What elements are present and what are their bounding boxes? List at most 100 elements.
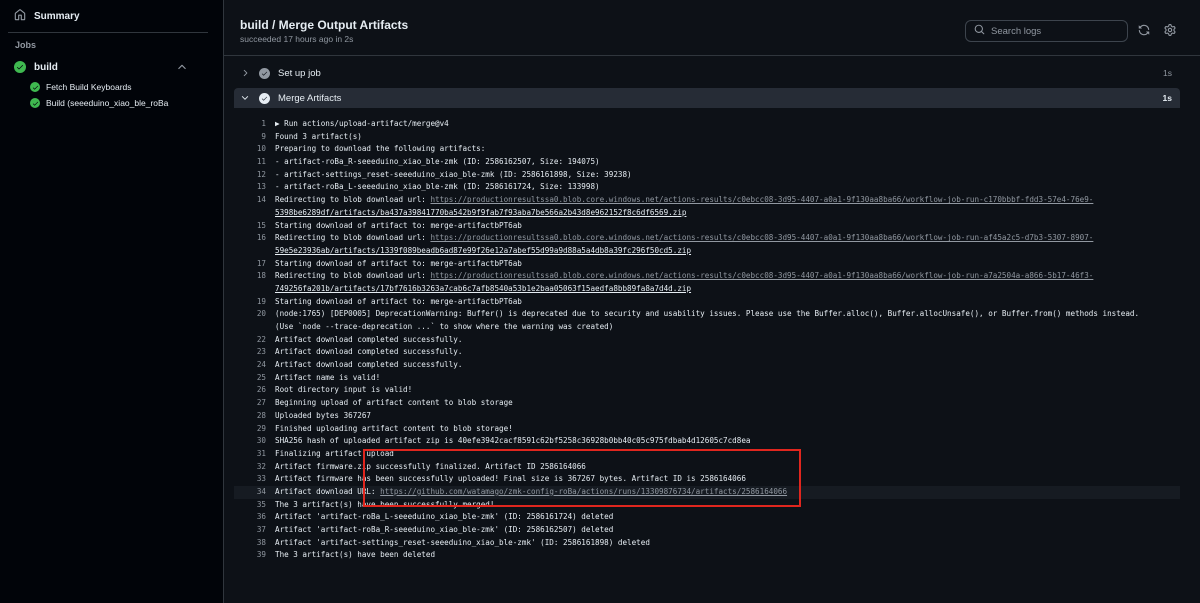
line-number[interactable]: 10 [234,143,266,156]
line-number[interactable]: 28 [234,410,266,423]
refresh-icon[interactable] [1137,23,1151,37]
search-input[interactable] [991,25,1121,37]
line-number[interactable]: 27 [234,397,266,410]
line-number[interactable]: 20 [234,308,266,321]
log-line-continuation: 749256fa201b/artifacts/17bf7616b3263a7ca… [234,283,1180,296]
step-merge-artifacts[interactable]: Merge Artifacts 1s [234,88,1180,108]
step-duration: 1s [1162,93,1172,103]
log-message: - artifact-roBa_R-seeeduino_xiao_ble-zmk… [275,157,600,167]
log-line: 32 Artifact firmware.zip successfully fin… [234,461,1180,474]
line-number[interactable]: 34 [234,486,266,499]
line-number[interactable]: 32 [234,461,266,474]
log-line: 30 SHA256 hash of uploaded artifact zip i… [234,435,1180,448]
log-text: Artifact 'artifact-roBa_R-seeeduino_xiao… [266,524,613,537]
log-text: Finalizing artifact upload [266,448,394,461]
success-icon [30,98,40,108]
search-box[interactable] [965,20,1128,42]
log-line: 35 The 3 artifact(s) have been successful… [234,499,1180,512]
log-line: 17 Starting download of artifact to: merg… [234,258,1180,271]
log-line: 24 Artifact download completed successful… [234,359,1180,372]
log-line: 34 Artifact download URL: https://github.… [234,485,1180,499]
log-message: - artifact-settings_reset-seeeduino_xiao… [275,169,632,179]
log-url-link-continuation[interactable]: 749256fa201b/artifacts/17bf7616b3263a7ca… [266,283,691,296]
line-number[interactable]: 33 [234,473,266,486]
job-label: build [34,61,58,73]
line-number[interactable]: 25 [234,372,266,385]
success-icon [30,82,40,92]
success-icon [14,61,26,73]
log-line: 25 Artifact name is valid! [234,372,1180,385]
line-number[interactable]: 19 [234,296,266,309]
line-number[interactable]: 23 [234,346,266,359]
line-number[interactable]: 15 [234,220,266,233]
line-number[interactable]: 18 [234,270,266,283]
line-number[interactable]: 31 [234,448,266,461]
line-number[interactable]: 9 [234,131,266,144]
log-text: Artifact firmware.zip successfully final… [266,461,586,474]
summary-label: Summary [34,10,80,22]
line-number[interactable]: 13 [234,181,266,194]
run-status: succeeded 17 hours ago in 2s [240,34,354,44]
step-set-up-job[interactable]: Set up job 1s [234,63,1180,83]
log-message: Artifact download URL: [275,486,381,496]
line-number[interactable]: 11 [234,156,266,169]
log-message: - artifact-roBa_L-seeeduino_xiao_ble-zmk… [275,182,600,192]
line-number[interactable]: 37 [234,524,266,537]
log-message: Artifact 'artifact-roBa_L-seeeduino_xiao… [275,512,614,522]
log-message: Finished uploading artifact content to b… [275,423,513,433]
log-url-link-continuation[interactable]: 5398be6289df/artifacts/ba437a39841770ba5… [266,207,686,220]
line-number[interactable]: 36 [234,511,266,524]
line-number[interactable]: 14 [234,194,266,207]
log-line: 28 Uploaded bytes 367267 [234,410,1180,423]
sidebar-step-fetch-build-keyboards[interactable]: Fetch Build Keyboards [30,78,200,96]
sidebar-step-build[interactable]: Build (seeeduino_xiao_ble_roBa [30,98,200,108]
log-text: Artifact download completed successfully… [266,359,462,372]
line-number[interactable]: 12 [234,169,266,182]
gear-icon[interactable] [1163,23,1177,37]
log-message: The 3 artifact(s) have been successfully… [275,499,495,509]
log-text: Artifact download completed successfully… [266,346,462,359]
log-line: 19 Starting download of artifact to: merg… [234,296,1180,309]
log-url-link[interactable]: https://productionresultssa0.blob.core.w… [430,233,1093,242]
line-number[interactable]: 30 [234,435,266,448]
log-message: SHA256 hash of uploaded artifact zip is … [275,436,751,446]
log-message: Artifact 'artifact-roBa_R-seeeduino_xiao… [275,525,614,534]
log-line: 16 Redirecting to blob download url: http… [234,232,1180,245]
log-message: Preparing to download the following arti… [275,144,486,154]
line-number[interactable]: 35 [234,499,266,512]
log-header: build / Merge Output Artifacts succeeded… [224,0,1200,56]
line-number-blank [234,245,266,258]
log-text: Beginning upload of artifact content to … [266,397,513,410]
log-line: 37 Artifact 'artifact-roBa_R-seeeduino_xi… [234,524,1180,537]
line-number[interactable]: 16 [234,232,266,245]
page-title: build / Merge Output Artifacts [240,18,409,32]
line-number[interactable]: 39 [234,549,266,562]
log-url-link[interactable]: https://productionresultssa0.blob.core.w… [430,195,1093,204]
log-text: Redirecting to blob download url: https:… [266,232,1093,245]
log-url-link-continuation[interactable]: 59e5e23936ab/artifacts/1339f089beadb6ad8… [266,245,691,258]
line-number[interactable]: 1 [234,118,266,131]
sidebar-job-build[interactable]: build [8,57,196,77]
log-url-link[interactable]: https://productionresultssa0.blob.core.w… [430,271,1093,280]
log-url-link[interactable]: https://github.com/watamago/zmk-config-r… [380,487,787,496]
log-line: 22 Artifact download completed successful… [234,334,1180,347]
log-message: Redirecting to blob download url: [275,233,431,243]
log-line-continuation: (Use `node --trace-deprecation ...` to s… [234,321,1180,334]
line-number[interactable]: 22 [234,334,266,347]
line-number[interactable]: 26 [234,384,266,397]
line-number[interactable]: 38 [234,537,266,550]
chevron-up-icon[interactable] [176,61,188,73]
line-number[interactable]: 29 [234,423,266,436]
line-number[interactable]: 17 [234,258,266,271]
log-line: 39 The 3 artifact(s) have been deleted [234,549,1180,562]
log-line-continuation: 59e5e23936ab/artifacts/1339f089beadb6ad8… [234,245,1180,258]
log-message: ▶ Run actions/upload-artifact/merge@v4 [275,119,449,128]
sidebar-divider [8,32,208,33]
line-number[interactable]: 24 [234,359,266,372]
log-message: Artifact download completed successfully… [275,347,463,357]
log-text: Artifact firmware has been successfully … [266,473,746,486]
log-message-continuation: (Use `node --trace-deprecation ...` to s… [275,322,614,331]
log-text: Finished uploading artifact content to b… [266,423,513,436]
log-text: Starting download of artifact to: merge-… [266,296,522,309]
summary-link[interactable]: Summary [8,4,208,28]
